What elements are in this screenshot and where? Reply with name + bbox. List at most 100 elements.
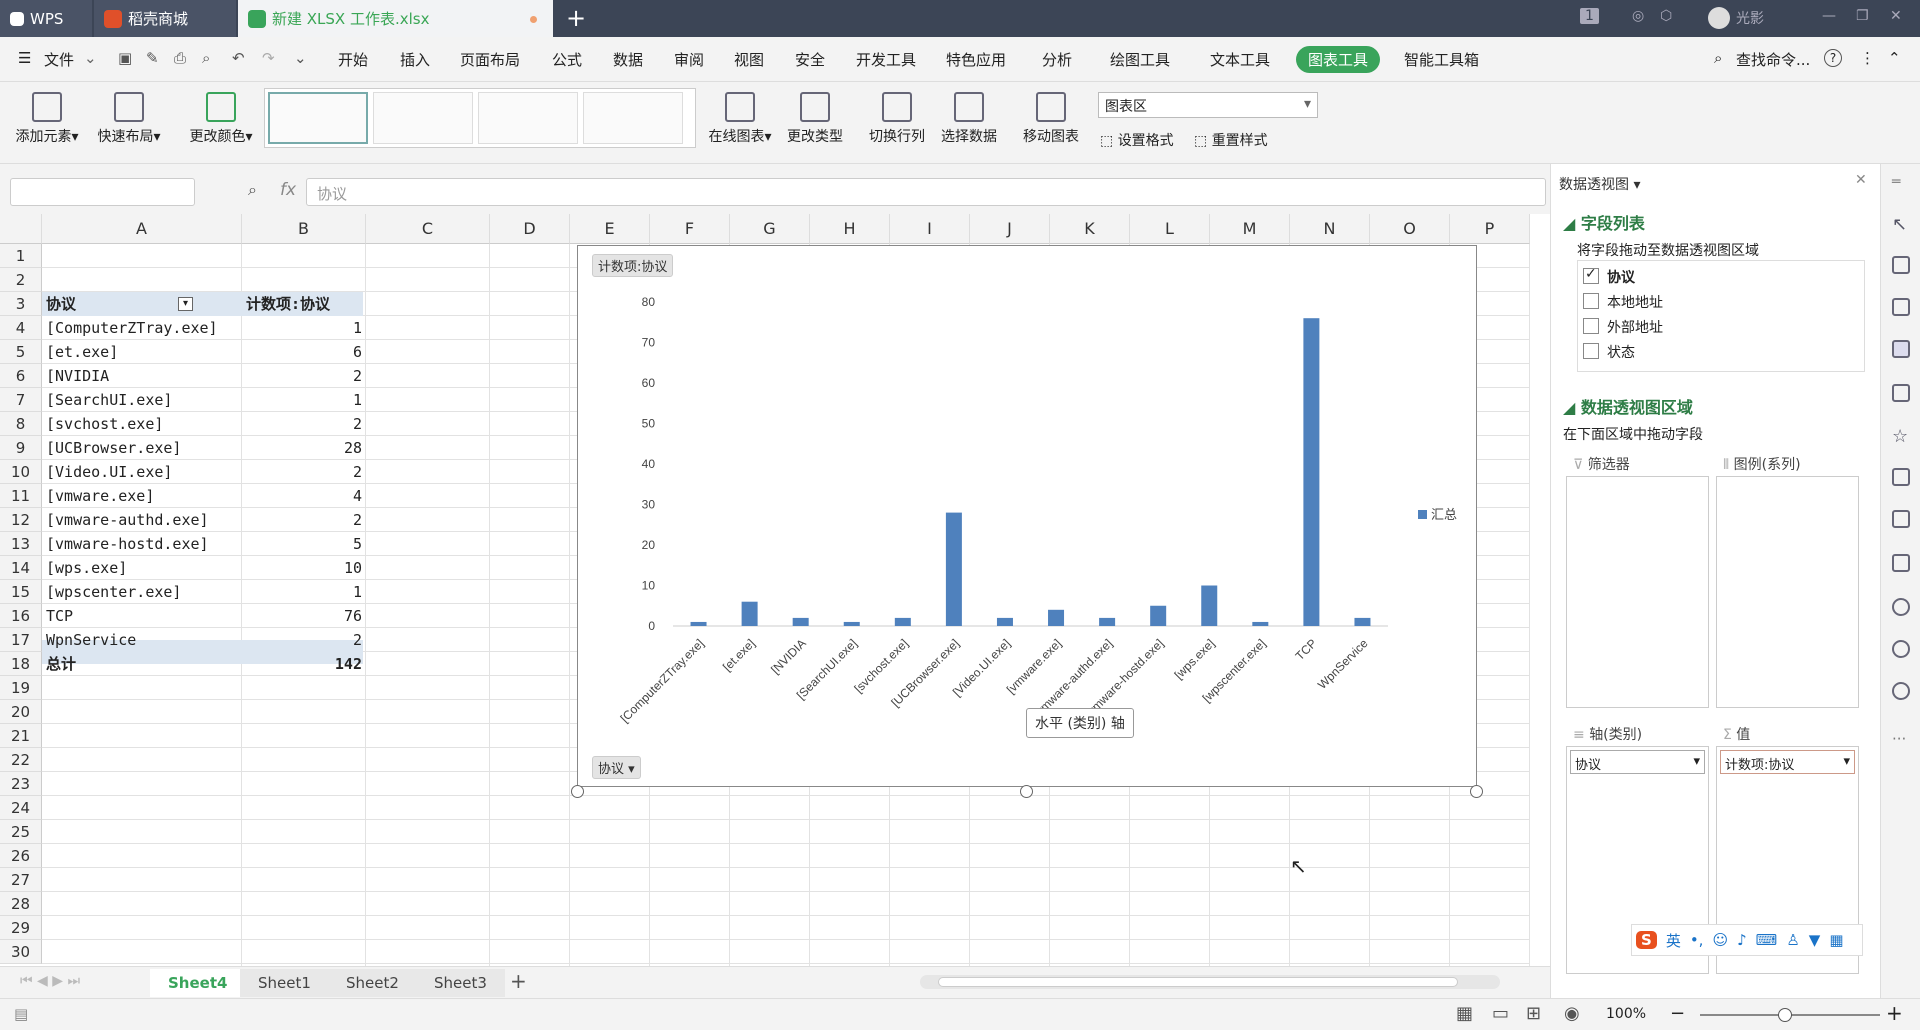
tab-shop[interactable]: 稻壳商城 bbox=[94, 0, 236, 37]
pivot-chart[interactable]: 计数项:协议 0 10 20 30 40 50 60 70 80 [ComputerZTray.e… bbox=[577, 245, 1477, 787]
chart-style-2[interactable] bbox=[373, 92, 473, 144]
online-chart-button[interactable]: 在线图表▾ bbox=[702, 92, 778, 146]
row-header[interactable]: 7 bbox=[0, 388, 42, 412]
more-icon[interactable]: ⋮ bbox=[1860, 49, 1875, 67]
menu-item[interactable]: 开发工具 bbox=[856, 49, 916, 70]
column-header[interactable]: J bbox=[970, 214, 1050, 244]
row-header[interactable]: 18 bbox=[0, 652, 42, 676]
sheet-nav-icon[interactable]: ⏮ ◀ ▶ ⏭ bbox=[20, 973, 80, 989]
pivot-row-count[interactable]: 10 bbox=[246, 556, 362, 580]
switch-row-col-button[interactable]: 切换行列 bbox=[864, 92, 930, 146]
menu-item[interactable]: 页面布局 bbox=[460, 49, 520, 70]
pivot-row-label[interactable]: [et.exe] bbox=[46, 340, 238, 364]
column-header[interactable]: K bbox=[1050, 214, 1130, 244]
history-icon[interactable] bbox=[1892, 640, 1910, 658]
row-header[interactable]: 9 bbox=[0, 436, 42, 460]
menu-item[interactable]: 分析 bbox=[1042, 49, 1072, 70]
set-format-button[interactable]: ⬚ 设置格式 bbox=[1100, 130, 1174, 150]
minimize-icon[interactable]: — bbox=[1822, 8, 1836, 24]
column-header[interactable]: D bbox=[490, 214, 570, 244]
zoom-in-icon[interactable]: + bbox=[1886, 1001, 1903, 1025]
pivot-row-count[interactable]: 76 bbox=[246, 604, 362, 628]
pivot-row-label[interactable]: [vmware-authd.exe] bbox=[46, 508, 238, 532]
zoom-out-icon[interactable]: − bbox=[1670, 1003, 1685, 1024]
legend-drop-zone[interactable] bbox=[1716, 476, 1859, 708]
pivot-row-label[interactable]: [UCBrowser.exe] bbox=[46, 436, 238, 460]
column-header[interactable]: F bbox=[650, 214, 730, 244]
panel-title[interactable]: 数据透视图 ▾ bbox=[1559, 174, 1640, 194]
change-type-button[interactable]: 更改类型 bbox=[782, 92, 848, 146]
undo-icon[interactable]: ↶ bbox=[232, 49, 245, 67]
select-data-button[interactable]: 选择数据 bbox=[936, 92, 1002, 146]
menu-item[interactable]: 审阅 bbox=[674, 49, 704, 70]
column-header[interactable]: N bbox=[1290, 214, 1370, 244]
column-header[interactable]: P bbox=[1450, 214, 1530, 244]
punct-icon[interactable]: •, bbox=[1690, 931, 1704, 949]
pivot-row-label[interactable]: [vmware.exe] bbox=[46, 484, 238, 508]
pivot-row-count[interactable]: 1 bbox=[246, 580, 362, 604]
row-header[interactable]: 30 bbox=[0, 940, 42, 964]
scroll-thumb[interactable] bbox=[938, 977, 1458, 987]
image-icon[interactable] bbox=[1892, 554, 1910, 572]
pivot-row-label[interactable]: [NVIDIA bbox=[46, 364, 238, 388]
ime-lang[interactable]: 英 bbox=[1666, 930, 1681, 951]
row-header[interactable]: 13 bbox=[0, 532, 42, 556]
column-header[interactable]: M bbox=[1210, 214, 1290, 244]
pivot-total-label[interactable]: 总计 bbox=[46, 652, 238, 676]
tab-chart-tools[interactable]: 图表工具 bbox=[1296, 46, 1381, 73]
menu-item[interactable]: 特色应用 bbox=[946, 49, 1006, 70]
close-panel-icon[interactable]: ✕ bbox=[1855, 172, 1867, 188]
pivot-row-count[interactable]: 2 bbox=[246, 628, 362, 652]
emoji-icon[interactable]: ☺ bbox=[1712, 931, 1728, 949]
print-preview-icon[interactable]: ⌕ bbox=[202, 49, 210, 67]
chart-style-1[interactable] bbox=[268, 92, 368, 144]
add-sheet-icon[interactable]: + bbox=[510, 969, 527, 993]
row-header[interactable]: 22 bbox=[0, 748, 42, 772]
pivot-row-count[interactable]: 2 bbox=[246, 460, 362, 484]
skin-icon[interactable]: ◎ bbox=[1632, 8, 1644, 24]
move-chart-button[interactable]: 移动图表 bbox=[1018, 92, 1084, 146]
sheet-tab[interactable]: Sheet3 bbox=[416, 969, 505, 997]
format-painter-icon[interactable]: ✎ bbox=[146, 49, 159, 67]
area-section-title[interactable]: ◢ 数据透视图区域 bbox=[1563, 394, 1693, 418]
row-header[interactable]: 5 bbox=[0, 340, 42, 364]
row-header[interactable]: 25 bbox=[0, 820, 42, 844]
name-box[interactable] bbox=[10, 178, 195, 206]
field-label[interactable]: 状态 bbox=[1607, 342, 1635, 362]
column-header[interactable]: B bbox=[242, 214, 366, 244]
value-field-item[interactable]: 计数项:协议 ▾ bbox=[1720, 750, 1855, 774]
skin-shirt-icon[interactable]: ▼ bbox=[1809, 931, 1821, 949]
select-all-corner[interactable] bbox=[0, 214, 42, 244]
row-header[interactable]: 12 bbox=[0, 508, 42, 532]
menu-item[interactable]: 视图 bbox=[734, 49, 764, 70]
row-header[interactable]: 11 bbox=[0, 484, 42, 508]
backup-icon[interactable] bbox=[1892, 598, 1910, 616]
row-header[interactable]: 14 bbox=[0, 556, 42, 580]
share-icon[interactable] bbox=[1892, 510, 1910, 528]
avatar[interactable] bbox=[1708, 7, 1730, 29]
field-checkbox[interactable] bbox=[1583, 343, 1599, 359]
row-header[interactable]: 17 bbox=[0, 628, 42, 652]
pivot-row-count[interactable]: 28 bbox=[246, 436, 362, 460]
row-header[interactable]: 28 bbox=[0, 892, 42, 916]
row-header[interactable]: 24 bbox=[0, 796, 42, 820]
picture-panel-icon[interactable] bbox=[1892, 384, 1910, 402]
field-checkbox[interactable] bbox=[1583, 293, 1599, 309]
collapse-bar-icon[interactable]: ═ bbox=[1892, 174, 1910, 192]
shapes-icon[interactable] bbox=[1892, 256, 1910, 274]
pivot-row-label[interactable]: WpnService bbox=[46, 628, 238, 652]
hamburger-icon[interactable]: ☰ bbox=[18, 49, 31, 67]
add-element-button[interactable]: 添加元素▾ bbox=[12, 92, 82, 146]
pivot-total-value[interactable]: 142 bbox=[246, 652, 362, 676]
formula-input[interactable]: 协议 bbox=[306, 178, 1546, 206]
row-header[interactable]: 8 bbox=[0, 412, 42, 436]
chart-style-3[interactable] bbox=[478, 92, 578, 144]
chart-element-combo[interactable]: 图表区 ▾ bbox=[1098, 92, 1318, 118]
sheet-tab[interactable]: Sheet1 bbox=[240, 969, 329, 997]
horizontal-scrollbar[interactable] bbox=[920, 975, 1500, 989]
column-header[interactable]: C bbox=[366, 214, 490, 244]
column-header[interactable]: E bbox=[570, 214, 650, 244]
keyboard-icon[interactable]: ⌨ bbox=[1756, 931, 1778, 949]
page-break-icon[interactable]: ⊞ bbox=[1526, 1003, 1541, 1024]
column-header[interactable]: H bbox=[810, 214, 890, 244]
